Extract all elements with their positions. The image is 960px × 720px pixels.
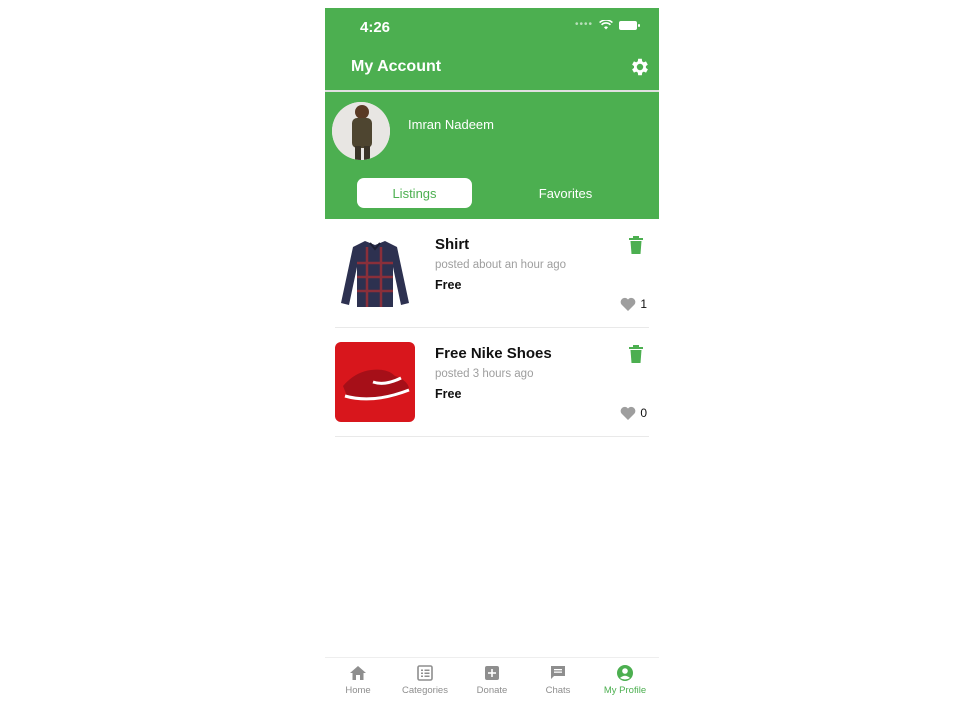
item-title: Free Nike Shoes xyxy=(435,345,552,362)
tab-categories[interactable]: Categories xyxy=(392,664,458,696)
listings-list: Shirt posted about an hour ago Free 1 Fr… xyxy=(335,219,649,437)
avatar-image xyxy=(332,102,390,160)
status-bar: 4:26 •••• xyxy=(325,8,659,48)
status-time: 4:26 xyxy=(360,19,391,36)
item-title: Shirt xyxy=(435,236,470,253)
item-posted-time: posted 3 hours ago xyxy=(435,368,534,380)
likes-count[interactable]: 0 xyxy=(620,406,647,420)
plus-box-icon xyxy=(485,666,499,680)
heart-icon xyxy=(620,297,636,311)
item-price: Free xyxy=(435,387,462,401)
signal-icon: •••• xyxy=(574,19,593,30)
profile-icon xyxy=(617,665,633,681)
item-thumbnail xyxy=(335,233,415,313)
page-title: My Account xyxy=(351,58,442,75)
list-icon xyxy=(417,665,433,681)
tab-home[interactable]: Home xyxy=(325,664,391,696)
shoe-image xyxy=(335,342,415,422)
trash-icon[interactable] xyxy=(629,345,643,363)
home-icon xyxy=(350,666,366,680)
phone-screen: 4:26 •••• My Account Imran Nadeem Listin… xyxy=(325,8,659,720)
avatar[interactable] xyxy=(332,102,390,160)
heart-icon xyxy=(620,406,636,420)
profile-header: Imran Nadeem Listings Favorites xyxy=(325,92,659,219)
battery-icon xyxy=(619,20,640,30)
likes-value: 1 xyxy=(640,297,647,311)
tab-my-profile[interactable]: My Profile xyxy=(592,664,658,696)
likes-value: 0 xyxy=(640,406,647,420)
chat-icon xyxy=(551,666,565,679)
list-item[interactable]: Free Nike Shoes posted 3 hours ago Free … xyxy=(335,328,649,437)
shirt-image xyxy=(335,233,415,313)
gear-icon[interactable] xyxy=(629,56,651,78)
list-item[interactable]: Shirt posted about an hour ago Free 1 xyxy=(335,219,649,328)
likes-count[interactable]: 1 xyxy=(620,297,647,311)
tab-listings[interactable]: Listings xyxy=(357,178,472,208)
tab-favorites[interactable]: Favorites xyxy=(508,178,623,208)
tab-chats[interactable]: Chats xyxy=(525,664,591,696)
item-price: Free xyxy=(435,278,462,292)
wifi-icon xyxy=(599,20,613,30)
item-posted-time: posted about an hour ago xyxy=(435,259,567,271)
tab-donate[interactable]: Donate xyxy=(459,664,525,696)
trash-icon[interactable] xyxy=(629,236,643,254)
item-thumbnail xyxy=(335,342,415,422)
app-bar: My Account xyxy=(325,48,659,90)
bottom-tab-bar: Home Categories Donate Chats My Profile xyxy=(325,657,659,720)
profile-name: Imran Nadeem xyxy=(408,117,494,132)
